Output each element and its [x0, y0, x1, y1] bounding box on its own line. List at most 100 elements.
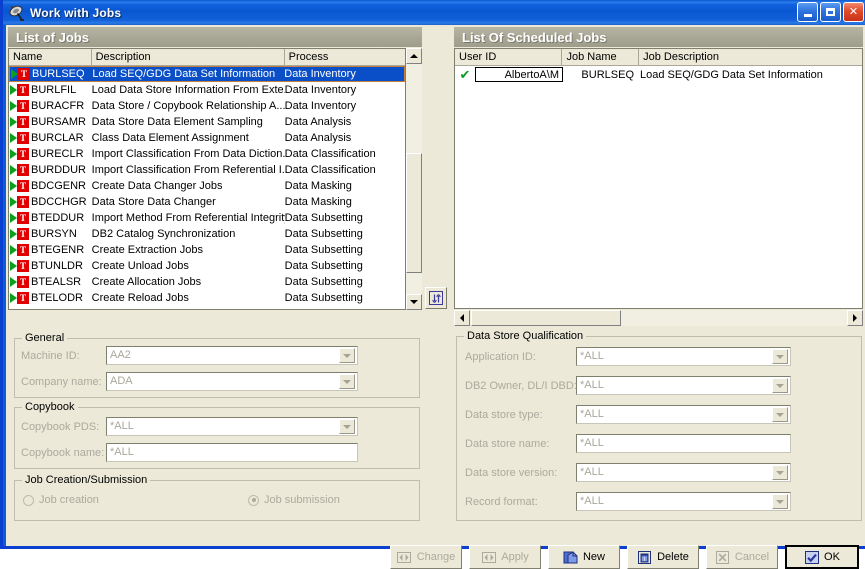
transfer-button[interactable] — [425, 287, 447, 309]
cell-description: Load SEQ/GDG Data Set Information — [92, 67, 284, 81]
cell-name: BURLFIL — [31, 83, 92, 97]
table-row[interactable]: TBURSYNDB2 Catalog SynchronizationData S… — [9, 226, 405, 242]
table-row[interactable]: TBURACFRData Store / Copybook Relationsh… — [9, 98, 405, 114]
title-bar[interactable]: Work with Jobs ✕ — [3, 0, 865, 25]
data-store-type-label: Data store type: — [465, 409, 543, 421]
template-t-icon: T — [17, 116, 29, 128]
db2-owner-combo[interactable]: *ALL — [576, 376, 791, 395]
change-button-label: Change — [417, 551, 456, 563]
cell-description: Import Classification From Referential I… — [92, 163, 285, 177]
job-creation-submission-group: Job Creation/Submission Job creation Job… — [14, 480, 420, 521]
checkmark-icon[interactable]: ✔ — [455, 68, 475, 81]
column-header-job-description[interactable]: Job Description — [639, 49, 862, 65]
minimize-icon — [804, 14, 812, 17]
copybook-name-value: *ALL — [107, 444, 134, 461]
data-store-name-value: *ALL — [577, 435, 604, 452]
job-status-icons: T — [9, 196, 31, 208]
cell-name: BURECLR — [31, 147, 92, 161]
job-creation-submission-label: Job Creation/Submission — [22, 474, 150, 486]
radio-job-creation-label: Job creation — [39, 494, 99, 506]
minimize-button[interactable] — [797, 2, 818, 22]
play-triangle-icon — [10, 101, 17, 111]
record-format-label: Record format: — [465, 496, 538, 508]
table-row[interactable]: TBDCGENRCreate Data Changer JobsData Mas… — [9, 178, 405, 194]
table-row[interactable]: TBURCLARClass Data Element AssignmentDat… — [9, 130, 405, 146]
scroll-up-button[interactable] — [406, 48, 422, 64]
table-row[interactable]: TBURDDURImport Classification From Refer… — [9, 162, 405, 178]
column-header-user-id[interactable]: User ID — [455, 49, 562, 65]
work-with-jobs-window: Work with Jobs ✕ List of Jobs Name Descr… — [0, 0, 865, 549]
copybook-pds-label: Copybook PDS: — [21, 421, 99, 433]
table-row[interactable]: TBTELODRCreate Reload JobsData Subsettin… — [9, 290, 405, 306]
chevron-down-icon[interactable] — [339, 348, 355, 363]
record-format-combo[interactable]: *ALL — [576, 492, 791, 511]
scroll-down-button[interactable] — [406, 294, 422, 310]
chevron-down-icon[interactable] — [772, 494, 788, 509]
data-store-type-combo[interactable]: *ALL — [576, 405, 791, 424]
close-button[interactable]: ✕ — [843, 2, 864, 22]
transfer-arrows-icon — [429, 291, 443, 305]
copybook-group: Copybook Copybook PDS: *ALL Copybook nam… — [14, 407, 420, 469]
data-store-name-input[interactable]: *ALL — [576, 434, 791, 453]
machine-id-combo[interactable]: AA2 — [106, 346, 358, 365]
scheduled-list-hscrollbar[interactable] — [454, 310, 863, 326]
play-triangle-icon — [10, 117, 17, 127]
play-triangle-icon — [10, 85, 17, 95]
cell-process: Data Masking — [285, 195, 405, 209]
template-t-icon: T — [17, 276, 29, 288]
cell-process: Data Inventory — [284, 67, 404, 81]
radio-job-submission[interactable]: Job submission — [248, 494, 340, 506]
copybook-name-input[interactable]: *ALL — [106, 443, 358, 462]
copybook-pds-combo[interactable]: *ALL — [106, 417, 358, 436]
job-status-icons: T — [10, 68, 32, 80]
cell-process: Data Subsetting — [285, 227, 405, 241]
application-id-combo[interactable]: *ALL — [576, 347, 791, 366]
job-status-icons: T — [9, 212, 31, 224]
table-row[interactable]: TBURSAMRData Store Data Element Sampling… — [9, 114, 405, 130]
column-header-name[interactable]: Name — [9, 49, 92, 65]
template-t-icon: T — [18, 68, 30, 80]
jobs-list-scrollbar[interactable] — [406, 48, 422, 310]
cell-name: BDCCHGR — [31, 195, 92, 209]
scroll-right-button[interactable] — [847, 310, 863, 326]
table-row[interactable]: TBTEGENRCreate Extraction JobsData Subse… — [9, 242, 405, 258]
change-arrows-icon — [397, 550, 412, 564]
cell-name: BURCLAR — [31, 131, 92, 145]
cell-description: Create Extraction Jobs — [92, 243, 285, 257]
user-id-editbox[interactable]: AlbertoA\M — [475, 67, 563, 82]
window-controls: ✕ — [797, 2, 864, 22]
general-group-label: General — [22, 332, 67, 344]
chevron-down-icon[interactable] — [772, 407, 788, 422]
table-row[interactable]: ✔AlbertoA\MBURLSEQLoad SEQ/GDG Data Set … — [455, 66, 862, 83]
table-row[interactable]: TBTUNLDRCreate Unload JobsData Subsettin… — [9, 258, 405, 274]
company-name-combo[interactable]: ADA — [106, 372, 358, 391]
hscroll-thumb[interactable] — [471, 310, 621, 326]
maximize-button[interactable] — [820, 2, 841, 22]
table-row[interactable]: TBTEDDURImport Method From Referential I… — [9, 210, 405, 226]
chevron-down-icon[interactable] — [772, 349, 788, 364]
data-store-version-combo[interactable]: *ALL — [576, 463, 791, 482]
column-header-description[interactable]: Description — [92, 49, 285, 65]
template-t-icon: T — [17, 212, 29, 224]
table-row[interactable]: TBTEALSRCreate Allocation JobsData Subse… — [9, 274, 405, 290]
scheduled-jobs-list[interactable]: User ID Job Name Job Description ✔Albert… — [454, 48, 863, 309]
template-t-icon: T — [17, 100, 29, 112]
scroll-left-button[interactable] — [454, 310, 470, 326]
table-row[interactable]: TBURLFILLoad Data Store Information From… — [9, 82, 405, 98]
jobs-list-header: Name Description Process — [9, 49, 405, 66]
column-header-process[interactable]: Process — [285, 49, 405, 65]
table-row[interactable]: TBURLSEQLoad SEQ/GDG Data Set Informatio… — [9, 66, 405, 82]
new-page-icon — [563, 550, 578, 564]
cell-description: Create Data Changer Jobs — [92, 179, 285, 193]
db2-owner-label: DB2 Owner, DL/I DBD: — [465, 380, 577, 392]
column-header-job-name[interactable]: Job Name — [562, 49, 639, 65]
scroll-thumb[interactable] — [406, 153, 422, 273]
table-row[interactable]: TBDCCHGRData Store Data ChangerData Mask… — [9, 194, 405, 210]
chevron-down-icon[interactable] — [339, 419, 355, 434]
table-row[interactable]: TBURECLRImport Classification From Data … — [9, 146, 405, 162]
chevron-down-icon[interactable] — [339, 374, 355, 389]
jobs-list[interactable]: Name Description Process TBURLSEQLoad SE… — [8, 48, 406, 310]
radio-job-creation[interactable]: Job creation — [23, 494, 99, 506]
chevron-down-icon[interactable] — [772, 465, 788, 480]
chevron-down-icon[interactable] — [772, 378, 788, 393]
